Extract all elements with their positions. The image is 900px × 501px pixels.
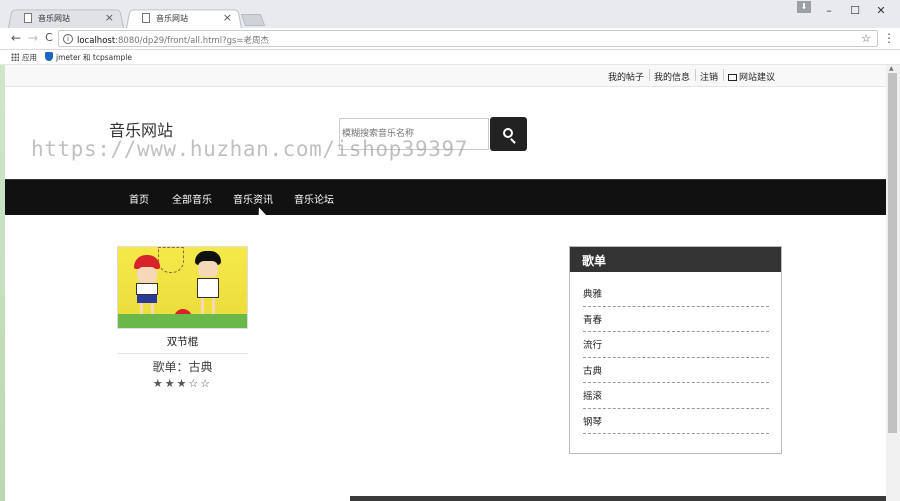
page-icon	[24, 13, 32, 23]
taskbar-edge	[350, 496, 886, 501]
apps-icon[interactable]	[11, 53, 19, 61]
playlist-item[interactable]: 典雅	[583, 281, 769, 307]
suggestion-label: 网站建议	[739, 73, 776, 83]
playlist-item[interactable]: 摇滚	[583, 383, 769, 409]
forward-button[interactable]: →	[26, 31, 40, 45]
bookmark-apps[interactable]: 应用	[22, 52, 37, 63]
page-icon	[142, 13, 150, 23]
nav-home[interactable]: 首页	[129, 191, 149, 206]
reload-button[interactable]: C	[42, 31, 56, 44]
nav-music-forum[interactable]: 音乐论坛	[294, 191, 334, 206]
user-topbar: 我的帖子 我的信息 注销 网站建议	[5, 65, 886, 87]
back-button[interactable]: ←	[9, 31, 23, 45]
playlist-item[interactable]: 流行	[583, 332, 769, 358]
search-icon	[503, 128, 513, 138]
site-header: 音乐网站 https://www.huzhan.com/ishop39397	[5, 87, 886, 179]
browser-toolbar: ← → C i localhost:8080/dp29/front/all.ht…	[0, 28, 900, 50]
song-card[interactable]: 双节棍 歌单：古典 ★★★☆☆	[117, 246, 248, 390]
close-window-button[interactable]: ✕	[874, 4, 888, 17]
download-icon[interactable]: ⬇	[797, 1, 811, 13]
bookmarks-bar: 应用 jmeter 和 tcpsample	[0, 50, 900, 65]
browser-tab-1[interactable]: 音乐网站 ×	[8, 8, 124, 28]
scroll-up-icon[interactable]: ▲	[889, 65, 894, 72]
close-tab-icon[interactable]: ×	[223, 11, 232, 24]
song-title[interactable]: 双节棍	[117, 334, 248, 354]
playlist-item[interactable]: 青春	[583, 307, 769, 332]
divider	[695, 69, 696, 81]
vertical-scrollbar[interactable]: ▲	[886, 65, 900, 501]
address-path: :8080/dp29/front/all.html?gs=老周杰	[115, 36, 270, 46]
shield-icon	[45, 52, 53, 61]
logout-link[interactable]: 注销	[700, 70, 718, 83]
suggestion-link[interactable]: 网站建议	[728, 70, 775, 83]
close-tab-icon[interactable]: ×	[105, 11, 114, 24]
scroll-thumb[interactable]	[888, 73, 897, 433]
star-icon[interactable]: ☆	[861, 32, 871, 45]
browser-tab-2[interactable]: 音乐网站 ×	[126, 8, 242, 28]
watermark-text: https://www.huzhan.com/ishop39397	[31, 137, 469, 161]
minimize-button[interactable]: –	[822, 4, 836, 17]
address-bar[interactable]: i localhost:8080/dp29/front/all.html?gs=…	[58, 30, 878, 47]
nav-all-music[interactable]: 全部音乐	[172, 191, 212, 206]
playlist-title: 歌单	[570, 247, 781, 272]
new-tab-button[interactable]	[240, 14, 266, 26]
tab-label: 音乐网站	[156, 14, 188, 23]
song-cover-image[interactable]	[117, 246, 248, 329]
menu-icon[interactable]: ⋮	[883, 31, 895, 45]
mail-icon	[728, 74, 737, 81]
divider	[649, 69, 650, 81]
song-playlist: 歌单：古典	[152, 360, 213, 374]
my-posts-link[interactable]: 我的帖子	[608, 70, 644, 83]
bookmark-jmeter[interactable]: jmeter 和 tcpsample	[56, 52, 132, 63]
playlist-item[interactable]: 钢琴	[583, 409, 769, 434]
playlist-panel: 歌单 典雅 青春 流行 古典 摇滚 钢琴	[569, 246, 782, 454]
nav-music-news[interactable]: 音乐资讯	[233, 191, 273, 206]
my-info-link[interactable]: 我的信息	[654, 70, 690, 83]
search-button[interactable]	[490, 117, 527, 151]
page-viewport: 我的帖子 我的信息 注销 网站建议 音乐网站 https://www.huzha…	[5, 65, 886, 501]
playlist-list: 典雅 青春 流行 古典 摇滚 钢琴	[570, 272, 781, 434]
playlist-item[interactable]: 古典	[583, 358, 769, 383]
browser-tab-strip: 音乐网站 × 音乐网站 × ⬇ – ☐ ✕	[0, 0, 900, 28]
divider	[723, 69, 724, 81]
star-rating: ★★★☆☆	[152, 377, 213, 390]
address-host: localhost	[77, 36, 116, 46]
info-icon[interactable]: i	[63, 34, 73, 44]
tab-label: 音乐网站	[38, 14, 70, 23]
main-nav: 首页 全部音乐 音乐资讯 音乐论坛	[5, 179, 886, 215]
maximize-button[interactable]: ☐	[848, 4, 862, 17]
